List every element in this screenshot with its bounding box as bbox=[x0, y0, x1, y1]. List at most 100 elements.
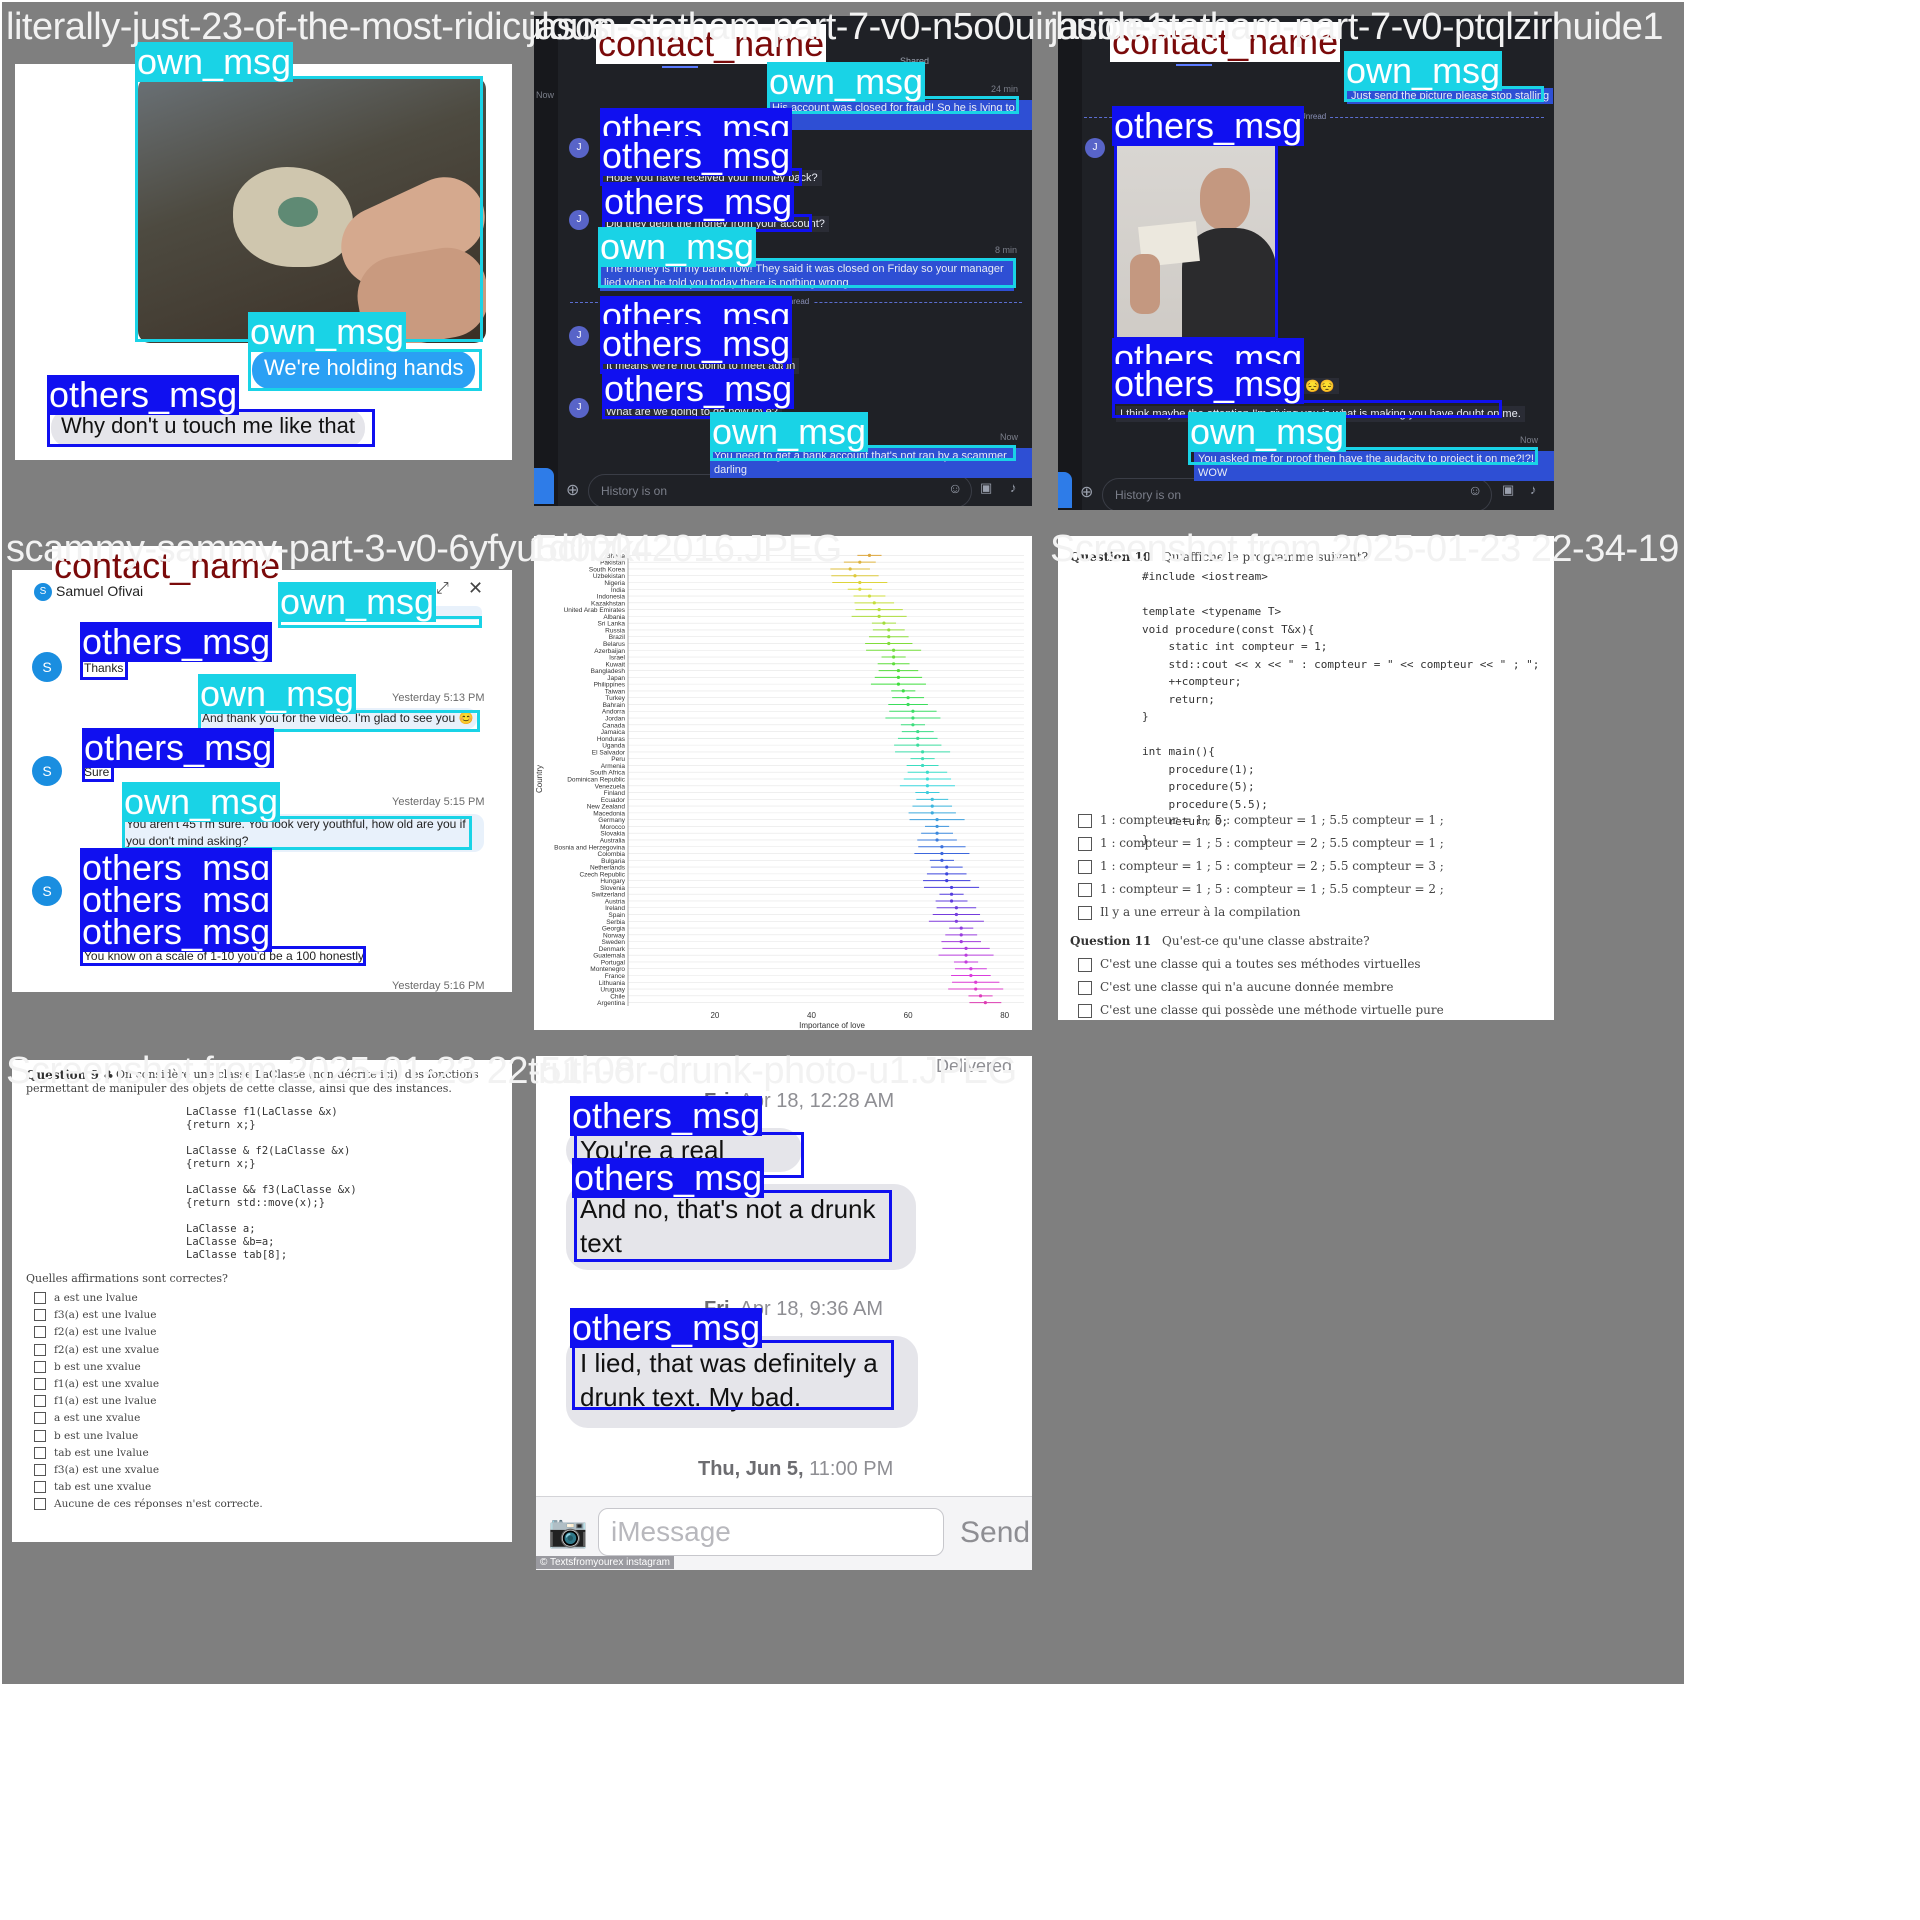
checkbox[interactable] bbox=[34, 1395, 46, 1408]
data-point bbox=[858, 587, 862, 591]
tile-title: literally-just-23-of-the-most-ridiculous bbox=[6, 6, 609, 48]
answer-option[interactable]: 1 : compteur = 1 ; 5 : compteur = 2 ; 5.… bbox=[1078, 835, 1444, 851]
checkbox[interactable] bbox=[34, 1446, 46, 1459]
data-point bbox=[945, 879, 949, 883]
dot-plot-chart: GhanaPakistanSouth KoreaUzbekistanNigeri… bbox=[535, 552, 1024, 1030]
checkbox[interactable] bbox=[1078, 980, 1092, 995]
answer-option[interactable]: tab est une xvalue bbox=[34, 1479, 151, 1495]
data-point bbox=[916, 743, 920, 747]
data-point bbox=[930, 804, 934, 808]
checkbox[interactable] bbox=[1078, 905, 1092, 920]
checkbox[interactable] bbox=[34, 1481, 46, 1494]
answer-option[interactable]: Aucune de ces réponses n'est correcte. bbox=[34, 1496, 263, 1512]
data-point bbox=[920, 763, 925, 768]
message-time: Now bbox=[1520, 435, 1539, 445]
answer-option[interactable]: f1(a) est une lvalue bbox=[34, 1393, 156, 1409]
data-point bbox=[969, 973, 973, 978]
checkbox[interactable] bbox=[34, 1326, 46, 1339]
send-button[interactable]: Send bbox=[960, 1516, 1030, 1550]
checkbox[interactable] bbox=[34, 1343, 46, 1356]
answer-option[interactable]: Il y a une erreur à la compilation bbox=[1078, 904, 1301, 920]
tile-title: truth-or-drunk-photo-u1.JPEG bbox=[528, 1050, 1017, 1092]
message-time: 8 min bbox=[995, 245, 1018, 255]
tile-title: jason-statham-part-7-v0-ptqlzirhuide1 bbox=[1050, 6, 1664, 48]
others-msg-label: others_msg bbox=[600, 135, 793, 176]
contact-avatar: J bbox=[1085, 138, 1105, 158]
message-composer[interactable]: History is on bbox=[588, 474, 972, 506]
data-point bbox=[969, 967, 973, 971]
own-msg-label: own_msg bbox=[248, 311, 407, 352]
checkbox[interactable] bbox=[34, 1429, 46, 1442]
own-msg-label: own_msg bbox=[278, 581, 437, 622]
checkbox[interactable] bbox=[1078, 957, 1092, 972]
checkbox[interactable] bbox=[34, 1360, 46, 1373]
answer-option[interactable]: a est une xvalue bbox=[34, 1410, 140, 1426]
tile-title: Screenshot from 2025-01-23 22-34-19 bbox=[1050, 528, 1679, 570]
x-tick-label: 40 bbox=[807, 1011, 816, 1020]
emoji-icon[interactable]: ☺ bbox=[948, 480, 962, 496]
microphone-icon[interactable]: ♪ bbox=[1530, 482, 1537, 497]
others-msg-label: others_msg bbox=[570, 1095, 763, 1136]
data-point bbox=[935, 818, 939, 822]
checkbox[interactable] bbox=[34, 1292, 46, 1304]
answer-option[interactable]: 1 : compteur = 1 ; 5 : compteur = 1 ; 5.… bbox=[1078, 812, 1444, 828]
answer-option[interactable]: f2(a) est une xvalue bbox=[34, 1342, 159, 1358]
message-composer[interactable]: History is on bbox=[1102, 478, 1492, 510]
checkbox[interactable] bbox=[34, 1412, 46, 1425]
data-point bbox=[872, 601, 876, 605]
answer-option[interactable]: b est une xvalue bbox=[34, 1359, 141, 1375]
checkbox[interactable] bbox=[1078, 836, 1092, 851]
answer-option[interactable]: C'est une classe qui n'a aucune donnée m… bbox=[1078, 979, 1394, 995]
emoji-icon[interactable]: ☺ bbox=[1468, 482, 1482, 498]
data-point bbox=[935, 831, 939, 835]
contact-avatar: J bbox=[569, 138, 589, 158]
data-point bbox=[920, 750, 925, 754]
answer-option[interactable]: f3(a) est une lvalue bbox=[34, 1307, 156, 1323]
checkbox[interactable] bbox=[1078, 859, 1092, 874]
answer-option[interactable]: a est une lvalue bbox=[34, 1290, 138, 1306]
others-msg-box bbox=[1114, 140, 1278, 340]
expand-icon[interactable]: ⤢ bbox=[436, 580, 449, 598]
data-point bbox=[892, 662, 896, 666]
checkbox[interactable] bbox=[34, 1498, 46, 1511]
imessage-input[interactable]: iMessage bbox=[598, 1508, 944, 1556]
left-rail bbox=[1058, 16, 1082, 510]
camera-icon[interactable]: 📷 bbox=[548, 1512, 588, 1550]
image-icon[interactable]: ▣ bbox=[980, 480, 992, 496]
tile-title: 1d00042016.JPEG bbox=[528, 528, 842, 570]
image-icon[interactable]: ▣ bbox=[1502, 482, 1514, 498]
checkbox[interactable] bbox=[1078, 1003, 1092, 1018]
answer-option[interactable]: 1 : compteur = 1 ; 5 : compteur = 1 ; 5.… bbox=[1078, 881, 1444, 897]
checkbox[interactable] bbox=[1078, 813, 1092, 828]
answer-option[interactable]: tab est une lvalue bbox=[34, 1445, 149, 1461]
exam-page: Question 9 ♣ On considère une classe LaC… bbox=[12, 1060, 512, 1542]
close-icon[interactable]: ✕ bbox=[468, 578, 483, 599]
data-point bbox=[964, 946, 968, 951]
add-icon[interactable]: ⊕ bbox=[566, 480, 579, 500]
checkbox[interactable] bbox=[34, 1309, 46, 1322]
answer-option[interactable]: f3(a) est une xvalue bbox=[34, 1462, 159, 1478]
add-icon[interactable]: ⊕ bbox=[1080, 482, 1093, 502]
checkbox[interactable] bbox=[34, 1378, 46, 1390]
own-msg-label: own_msg bbox=[710, 411, 869, 452]
data-point bbox=[877, 614, 881, 618]
answer-option[interactable]: C'est une classe qui possède une méthode… bbox=[1078, 1002, 1444, 1018]
checkbox[interactable] bbox=[34, 1464, 46, 1476]
answer-option[interactable]: f1(a) est une xvalue bbox=[34, 1376, 159, 1392]
own-msg-label: own_msg bbox=[767, 61, 926, 102]
microphone-icon[interactable]: ♪ bbox=[1010, 480, 1017, 495]
x-axis-title: Importance of love bbox=[799, 1021, 865, 1030]
data-point bbox=[945, 865, 949, 869]
answer-option[interactable]: b est une lvalue bbox=[34, 1428, 138, 1444]
data-point bbox=[858, 560, 862, 564]
tab-underline bbox=[1176, 64, 1212, 66]
answer-option[interactable]: 1 : compteur = 1 ; 5 : compteur = 2 ; 5.… bbox=[1078, 858, 1444, 874]
checkbox[interactable] bbox=[1078, 882, 1092, 897]
y-axis-title: Country bbox=[535, 765, 544, 793]
app-button[interactable] bbox=[1058, 472, 1072, 508]
app-button[interactable] bbox=[534, 468, 554, 504]
data-point bbox=[959, 926, 963, 930]
data-point bbox=[858, 580, 862, 585]
answer-option[interactable]: C'est une classe qui a toutes ses méthod… bbox=[1078, 956, 1421, 972]
answer-option[interactable]: f2(a) est une lvalue bbox=[34, 1324, 156, 1340]
